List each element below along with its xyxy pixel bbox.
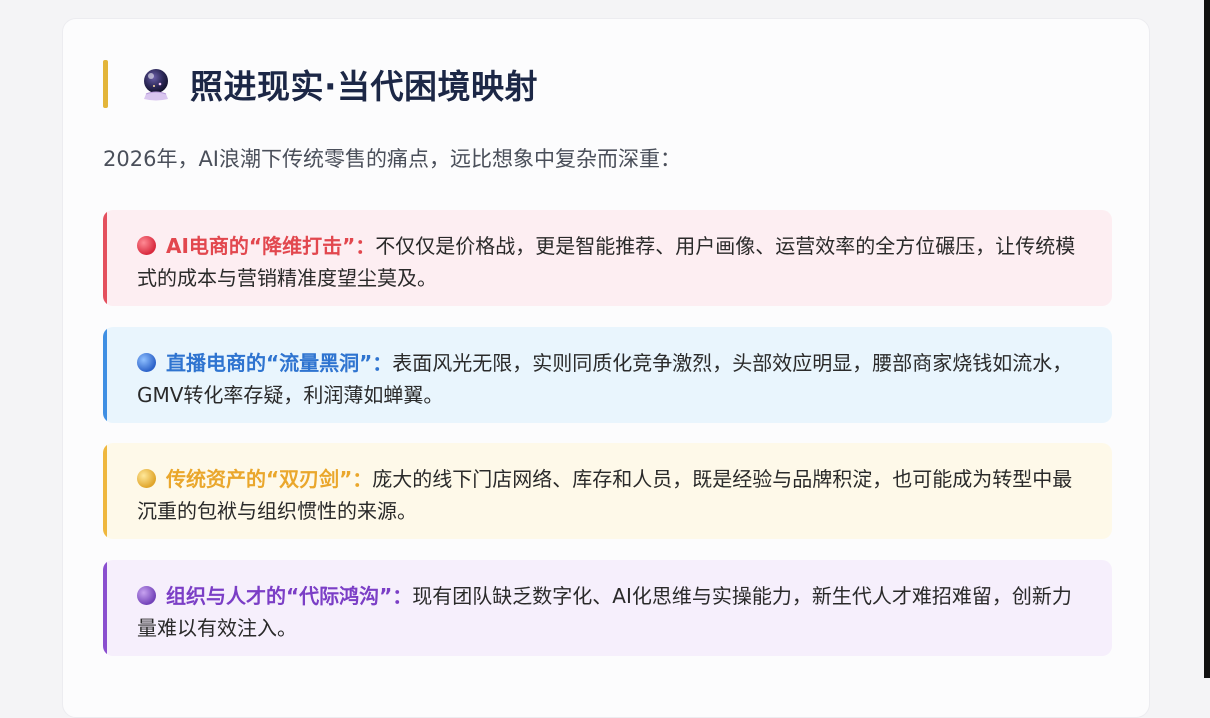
yellow-circle-icon bbox=[137, 469, 156, 488]
window-edge bbox=[1204, 0, 1210, 678]
crystal-ball-icon bbox=[138, 66, 174, 102]
accent-bar bbox=[103, 443, 107, 539]
pain-point-heading: 直播电商的“流量黑洞”： bbox=[166, 351, 393, 375]
intro-text: 2026年，AI浪潮下传统零售的痛点，远比想象中复杂而深重： bbox=[103, 147, 682, 171]
pain-point-live-commerce: 直播电商的“流量黑洞”：表面风光无限，实则同质化竞争激烈，头部效应明显，腰部商家… bbox=[103, 327, 1112, 423]
pain-point-heading: AI电商的“降维打击”： bbox=[166, 234, 376, 258]
accent-bar bbox=[103, 560, 107, 656]
title-accent-bar bbox=[103, 60, 108, 108]
page-title: 照进现实·当代困境映射 bbox=[190, 67, 539, 106]
red-circle-icon bbox=[137, 236, 156, 255]
pain-point-ai-ecommerce: AI电商的“降维打击”：不仅仅是价格战，更是智能推荐、用户画像、运营效率的全方位… bbox=[103, 210, 1112, 306]
pain-point-heading: 组织与人才的“代际鸿沟”： bbox=[166, 584, 413, 608]
accent-bar bbox=[103, 327, 107, 423]
accent-bar bbox=[103, 210, 107, 306]
blue-circle-icon bbox=[137, 353, 156, 372]
pain-point-traditional-assets: 传统资产的“双刃剑”：庞大的线下门店网络、库存和人员，既是经验与品牌积淀，也可能… bbox=[103, 443, 1112, 539]
section-header: 照进现实·当代困境映射 bbox=[103, 59, 1109, 109]
content-card: 照进现实·当代困境映射 2026年，AI浪潮下传统零售的痛点，远比想象中复杂而深… bbox=[62, 18, 1150, 718]
purple-circle-icon bbox=[137, 586, 156, 605]
pain-point-heading: 传统资产的“双刃剑”： bbox=[166, 467, 373, 491]
pain-point-talent-gap: 组织与人才的“代际鸿沟”：现有团队缺乏数字化、AI化思维与实操能力，新生代人才难… bbox=[103, 560, 1112, 656]
